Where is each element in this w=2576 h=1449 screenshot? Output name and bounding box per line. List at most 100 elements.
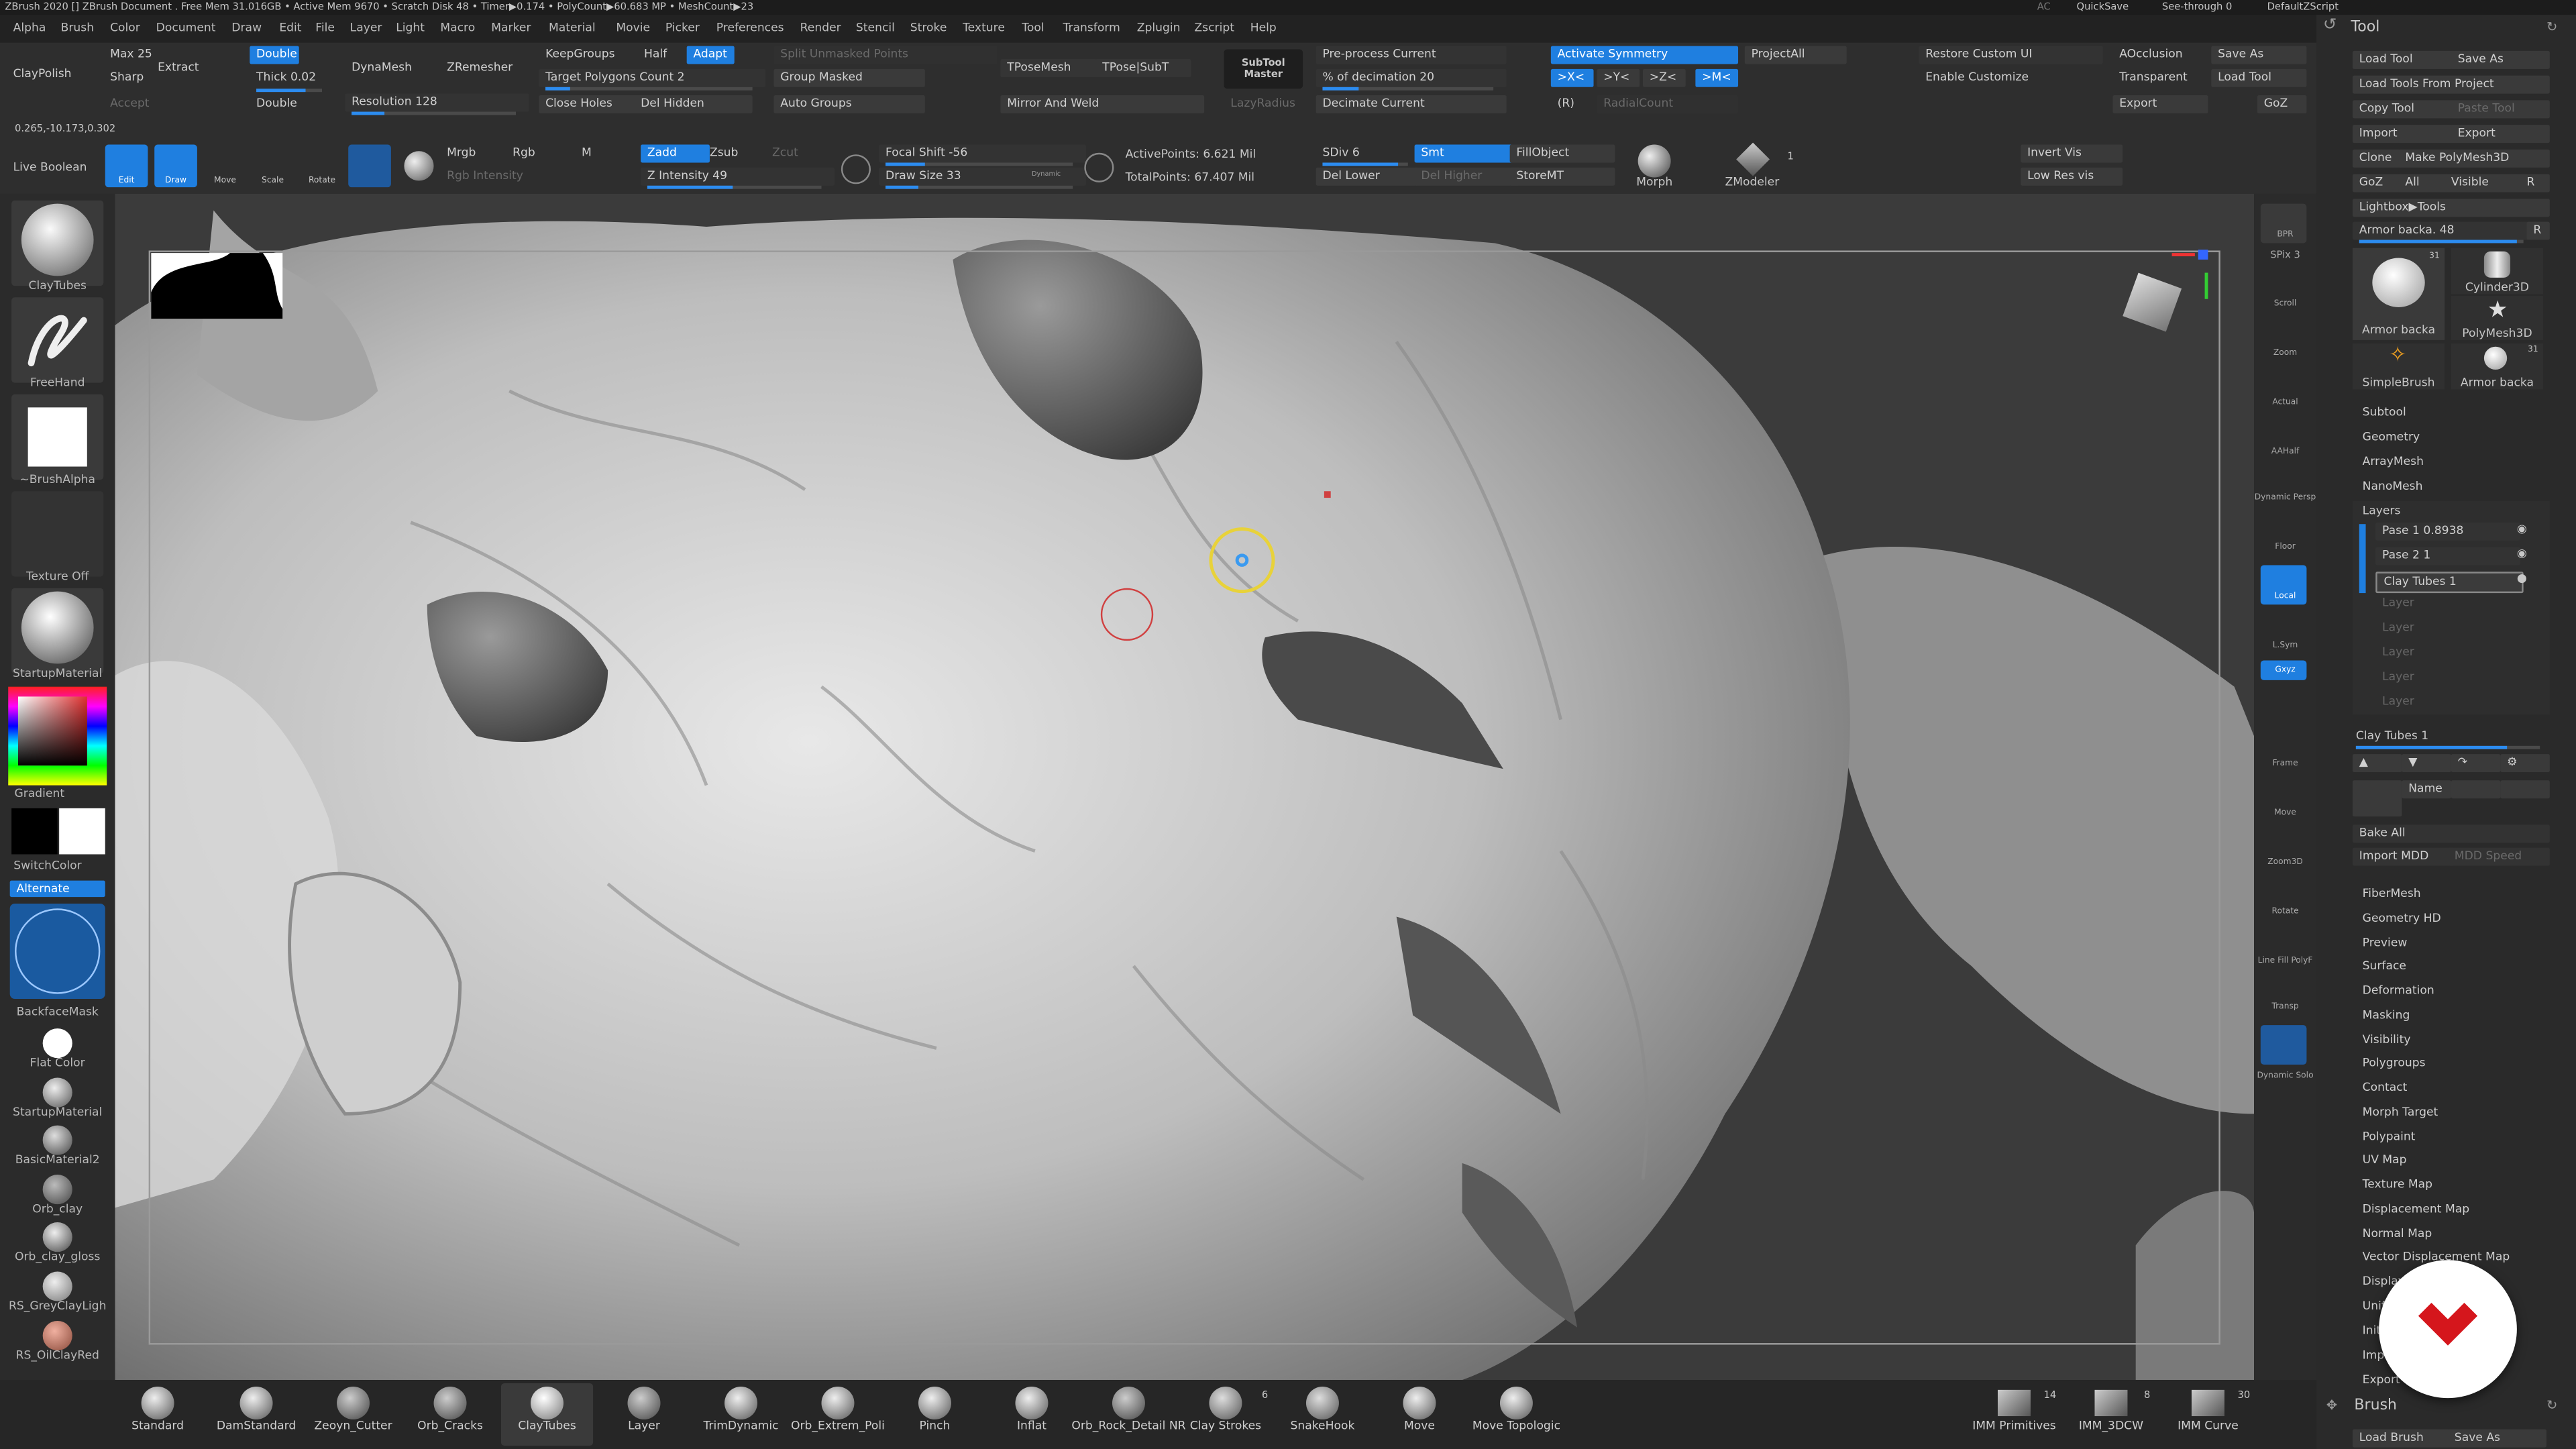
material-orb-clay-gloss-sphere[interactable] [42, 1222, 72, 1252]
undo-icon[interactable]: ↺ [2323, 16, 2337, 34]
orb-extrem-poli-brush-label[interactable]: Orb_Extrem_Poli [789, 1419, 888, 1433]
layer-claytubes-record-icon[interactable]: ● [2517, 572, 2527, 585]
dynamic-solo-button[interactable] [2260, 1025, 2307, 1065]
color-picker[interactable] [8, 686, 107, 786]
layers-title[interactable]: Layers [2363, 504, 2401, 518]
deformation-section[interactable]: Deformation [2363, 984, 2434, 998]
menu-document[interactable]: Document [156, 21, 216, 35]
armor-thumbnail-1[interactable]: Armor backa 31 [2352, 248, 2445, 340]
orb-cracks-brush-label[interactable]: Orb_Cracks [401, 1419, 500, 1433]
brush-palette-icon[interactable]: ✥ [2326, 1398, 2337, 1413]
load-brush-button[interactable]: Load Brush [2352, 1429, 2451, 1448]
morph-icon[interactable] [1638, 144, 1671, 178]
visibility-section[interactable]: Visibility [2363, 1033, 2411, 1046]
zmodeler-icon[interactable] [1736, 142, 1770, 176]
menu-preferences[interactable]: Preferences [716, 21, 784, 35]
imm-curve-label[interactable]: IMM Curve [2159, 1419, 2257, 1433]
imm-curve-icon[interactable] [2191, 1389, 2224, 1417]
layer-delete-button[interactable] [2352, 780, 2402, 817]
backfacemask-label[interactable]: BackfaceMask [5, 1006, 110, 1019]
zsub-button[interactable]: Zsub [703, 145, 745, 163]
activate-symmetry-button[interactable]: Activate Symmetry [1550, 46, 1739, 64]
menu-help[interactable]: Help [1250, 21, 1277, 35]
layer-row-pase1[interactable]: Pase 1 0.8938 [2375, 522, 2520, 541]
pinch-brush-label[interactable]: Pinch [885, 1419, 984, 1433]
polypaint-section[interactable]: Polypaint [2363, 1130, 2416, 1144]
alpha-selector[interactable] [11, 394, 104, 480]
close-holes-button[interactable]: Close Holes [539, 95, 641, 113]
goz-button[interactable]: GoZ [2257, 95, 2307, 113]
arraymesh-section[interactable]: ArrayMesh [2363, 455, 2424, 468]
extract-button[interactable]: Extract [151, 59, 205, 77]
decimate-current-button[interactable]: Decimate Current [1316, 95, 1507, 113]
layer-brush-icon[interactable] [627, 1386, 661, 1419]
texture-selector[interactable] [11, 491, 104, 577]
focal-shift-slider[interactable]: Focal Shift -56 [879, 144, 1086, 163]
load-tools-from-project-button[interactable]: Load Tools From Project [2352, 75, 2550, 94]
backface-icon[interactable] [1084, 152, 1114, 182]
contact-section[interactable]: Contact [2363, 1081, 2408, 1094]
menu-movie[interactable]: Movie [616, 21, 650, 35]
material-basic2-label[interactable]: BasicMaterial2 [5, 1153, 110, 1167]
lsym-button[interactable] [2261, 618, 2307, 657]
imm-primitives-label[interactable]: IMM Primitives [1965, 1419, 2063, 1433]
move-mode-button[interactable]: Move [204, 145, 247, 188]
live-boolean-button[interactable]: Live Boolean [13, 161, 87, 174]
mrgb-button[interactable]: Mrgb [440, 145, 482, 163]
cylinder3d-thumbnail[interactable]: Cylinder3D [2451, 248, 2544, 294]
snakehook-brush-icon[interactable] [1305, 1386, 1339, 1419]
goz-panel-button[interactable]: GoZ [2352, 174, 2402, 193]
layer-down-button[interactable]: ▼ [2402, 754, 2451, 773]
armor-r-button[interactable]: R [2526, 221, 2550, 240]
morph-target-section[interactable]: Morph Target [2363, 1106, 2438, 1119]
symmetry-x-toggle[interactable]: >X< [1550, 68, 1594, 87]
sharp-button[interactable]: Sharp [103, 69, 150, 87]
save-as-button[interactable]: Save As [2211, 46, 2307, 64]
zmodeler-label[interactable]: ZModeler [1725, 176, 1779, 189]
material-rs-oilclayred-label[interactable]: RS_OilClayRed [5, 1349, 110, 1362]
lightbox-tools-button[interactable]: Lightbox▶Tools [2352, 199, 2550, 217]
masking-section[interactable]: Masking [2363, 1009, 2410, 1022]
layer-redo-button[interactable]: ↷ [2451, 754, 2501, 773]
layer-row-pase2[interactable]: Pase 2 1 [2375, 547, 2520, 566]
draw-mode-button[interactable]: Draw [154, 144, 197, 188]
resolution-slider[interactable]: Resolution 128 [345, 93, 529, 112]
imm-primitives-icon[interactable] [1997, 1389, 2031, 1417]
menu-edit[interactable]: Edit [279, 21, 301, 35]
all-button[interactable]: All [2398, 174, 2449, 193]
backface-mask-widget[interactable] [9, 903, 105, 999]
export-tool-button[interactable]: Export [2451, 125, 2550, 144]
normal-map-section[interactable]: Normal Map [2363, 1227, 2432, 1240]
menu-tool[interactable]: Tool [1022, 21, 1044, 35]
menu-file[interactable]: File [315, 21, 335, 35]
copy-tool-button[interactable]: Copy Tool [2352, 100, 2461, 119]
edit-mode-button[interactable]: Edit [105, 144, 148, 188]
r-button[interactable]: R [2520, 174, 2550, 193]
menu-zplugin[interactable]: Zplugin [1137, 21, 1181, 35]
move-topologic-brush-icon[interactable] [1499, 1386, 1533, 1419]
standard-brush-label[interactable]: Standard [109, 1419, 207, 1433]
subtool-section[interactable]: Subtool [2363, 406, 2406, 419]
material-rs-greyclay-sphere[interactable] [42, 1271, 72, 1301]
dynamic-label[interactable]: Dynamic [1032, 169, 1061, 177]
layer-up-button[interactable]: ▲ [2352, 754, 2402, 773]
armor-thumbnail-2[interactable]: 31 Armor backa [2451, 343, 2544, 390]
canvas-viewport[interactable] [115, 193, 2255, 1381]
fibermesh-section[interactable]: FiberMesh [2363, 887, 2421, 900]
dynamesh-button[interactable]: DynaMesh [345, 59, 418, 77]
zcut-button[interactable]: Zcut [765, 145, 804, 163]
imm-3dcw-label[interactable]: IMM_3DCW [2061, 1419, 2160, 1433]
claytubes-brush-label[interactable]: ClayTubes [498, 1419, 596, 1433]
menu-zscript[interactable]: Zscript [1194, 21, 1234, 35]
spix-slider[interactable]: SPix 3 [2254, 250, 2316, 261]
move-brush-label[interactable]: Move [1370, 1419, 1468, 1433]
transparent-button[interactable]: Transparent [2112, 69, 2208, 87]
save-as-panel-button[interactable]: Save As [2451, 50, 2550, 69]
thick-slider[interactable]: Thick 0.02 [250, 69, 323, 87]
smt-toggle[interactable]: Smt [1414, 144, 1520, 163]
material-basic2-sphere[interactable] [42, 1125, 72, 1155]
target-polygons-slider[interactable]: Target Polygons Count 2 [539, 68, 766, 87]
brush-palette-title[interactable]: Brush [2354, 1398, 2397, 1414]
orb-extrem-poli-brush-icon[interactable] [821, 1386, 855, 1419]
snakehook-brush-label[interactable]: SnakeHook [1273, 1419, 1372, 1433]
